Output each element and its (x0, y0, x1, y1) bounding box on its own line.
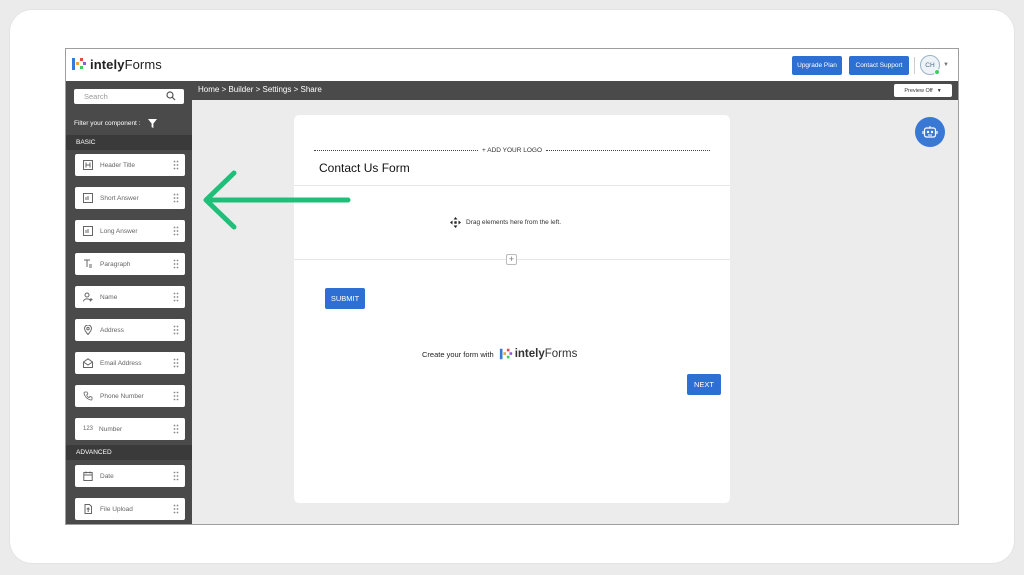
powered-by: Create your form with intelyForms (422, 347, 577, 361)
breadcrumb-bar: Home > Builder > Settings > Share Previe… (192, 81, 958, 100)
form-preview-card: + ADD YOUR LOGO Contact Us Form Drag ele… (294, 115, 730, 503)
top-bar: intelyForms Upgrade Plan Contact Support… (66, 49, 958, 81)
brand-name: intelyForms (90, 56, 162, 72)
preview-label: Preview Off (904, 87, 933, 94)
component-filter[interactable]: Filter your component : (74, 119, 158, 128)
component-label: Email Address (100, 359, 142, 367)
person-icon (83, 292, 93, 302)
component-date[interactable]: Date (75, 465, 185, 487)
drag-handle-icon[interactable] (173, 160, 179, 170)
component-number[interactable]: 123 Number (75, 418, 185, 440)
powered-by-brand[interactable]: intelyForms (515, 348, 578, 360)
search-icon[interactable] (166, 91, 176, 101)
drop-hint-text: Drag elements here from the left. (466, 219, 562, 226)
component-short-answer[interactable]: Short Answer (75, 187, 185, 209)
drag-handle-icon[interactable] (173, 292, 179, 302)
contact-support-button[interactable]: Contact Support (849, 56, 909, 75)
move-icon (450, 217, 461, 228)
preview-toggle[interactable]: Preview Off ▼ (894, 84, 952, 97)
component-label: Number (99, 425, 123, 433)
brand-mark-icon (72, 58, 86, 70)
add-logo-area[interactable]: + ADD YOUR LOGO (314, 145, 710, 155)
file-upload-icon (84, 504, 92, 514)
online-status-dot (934, 69, 940, 75)
component-name[interactable]: Name (75, 286, 185, 308)
header-divider (914, 57, 915, 74)
component-label: Paragraph (100, 260, 131, 268)
funnel-icon[interactable] (148, 119, 158, 128)
chevron-down-icon: ▼ (936, 87, 942, 94)
drag-handle-icon[interactable] (173, 193, 179, 203)
phone-icon (83, 391, 93, 401)
component-email-address[interactable]: Email Address (75, 352, 185, 374)
section-basic: BASIC (66, 135, 192, 150)
app-window: intelyForms Upgrade Plan Contact Support… (65, 48, 959, 525)
component-label: Phone Number (100, 392, 144, 400)
submit-button[interactable]: SUBMIT (325, 288, 365, 309)
filter-label: Filter your component : (74, 120, 141, 127)
component-label: Address (100, 326, 124, 334)
avatar-initials: CH (925, 61, 935, 69)
dotted-divider (546, 149, 710, 151)
calendar-icon (83, 471, 93, 481)
dotted-divider (314, 149, 478, 151)
brand-mark-icon (499, 348, 512, 360)
component-long-answer[interactable]: Long Answer (75, 220, 185, 242)
robot-icon (922, 126, 938, 138)
component-label: Long Answer (100, 227, 138, 235)
drag-handle-icon[interactable] (173, 325, 179, 335)
drop-zone-hint: Drag elements here from the left. (450, 217, 561, 228)
breadcrumb[interactable]: Home > Builder > Settings > Share (198, 85, 322, 94)
left-arrow-annotation (203, 170, 351, 230)
component-paragraph[interactable]: Paragraph (75, 253, 185, 275)
add-section-button[interactable]: + (506, 254, 517, 265)
component-sidebar: Search Filter your component : BASIC Hea… (66, 81, 192, 524)
drag-handle-icon[interactable] (173, 226, 179, 236)
component-label: Name (100, 293, 118, 301)
component-address[interactable]: Address (75, 319, 185, 341)
section-advanced: ADVANCED (66, 445, 192, 460)
chevron-down-icon[interactable]: ▼ (943, 62, 949, 68)
drag-handle-icon[interactable] (173, 259, 179, 269)
location-pin-icon (83, 325, 93, 335)
component-label: Short Answer (100, 194, 139, 202)
add-logo-label: + ADD YOUR LOGO (481, 146, 543, 154)
header-icon (83, 160, 93, 170)
component-header-title[interactable]: Header Title (75, 154, 185, 176)
powered-by-text: Create your form with (422, 349, 494, 359)
upgrade-plan-button[interactable]: Upgrade Plan (792, 56, 842, 75)
search-placeholder: Search (84, 92, 108, 101)
next-button[interactable]: NEXT (687, 374, 721, 395)
paragraph-icon (84, 259, 92, 268)
component-label: Header Title (100, 161, 136, 169)
long-answer-icon (83, 226, 93, 236)
envelope-icon (83, 358, 93, 368)
divider (294, 185, 730, 186)
component-phone-number[interactable]: Phone Number (75, 385, 185, 407)
drag-handle-icon[interactable] (173, 358, 179, 368)
component-label: File Upload (100, 505, 133, 513)
builder-canvas: + ADD YOUR LOGO Contact Us Form Drag ele… (192, 100, 958, 524)
short-answer-icon (83, 193, 93, 203)
component-file-upload[interactable]: File Upload (75, 498, 185, 520)
drag-handle-icon[interactable] (173, 391, 179, 401)
user-avatar[interactable]: CH (920, 55, 940, 75)
number-icon: 123 (83, 426, 94, 432)
assistant-robot-button[interactable] (915, 117, 945, 147)
component-label: Date (100, 472, 114, 480)
drag-handle-icon[interactable] (173, 504, 179, 514)
drag-handle-icon[interactable] (173, 424, 179, 434)
brand-logo[interactable]: intelyForms (71, 56, 162, 72)
search-input[interactable]: Search (74, 89, 184, 104)
drag-handle-icon[interactable] (173, 471, 179, 481)
